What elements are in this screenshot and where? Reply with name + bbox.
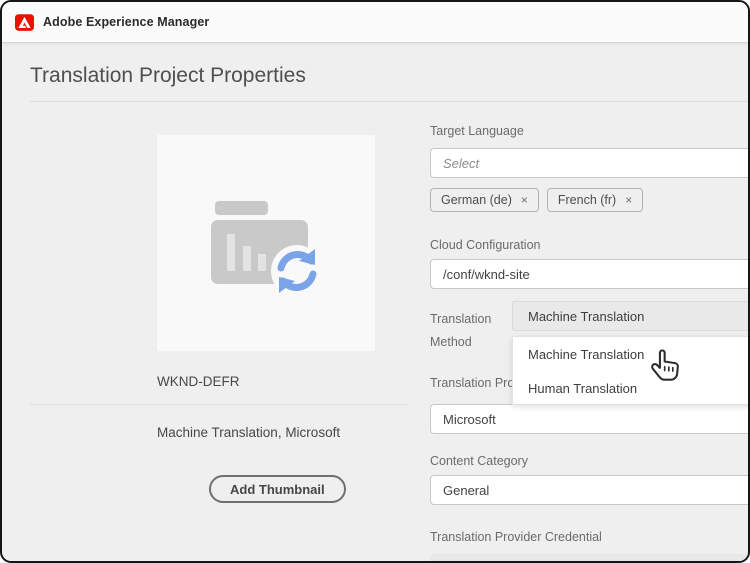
app-title: Adobe Experience Manager — [43, 15, 209, 29]
language-tag-german[interactable]: German (de) × — [430, 188, 539, 212]
add-thumbnail-button[interactable]: Add Thumbnail — [209, 475, 346, 503]
target-language-select[interactable] — [430, 148, 750, 178]
dropdown-option-human-translation[interactable]: Human Translation — [513, 371, 750, 405]
translation-provider-credential-field[interactable] — [430, 554, 750, 563]
translation-provider-input[interactable] — [430, 404, 750, 434]
translation-project-folder-icon — [211, 201, 321, 297]
content-category-label: Content Category — [430, 454, 528, 468]
aem-window: Adobe Experience Manager Translation Pro… — [0, 0, 750, 563]
top-bar: Adobe Experience Manager — [2, 2, 748, 43]
section-divider — [30, 404, 408, 405]
content-category-input[interactable] — [430, 475, 750, 505]
target-language-tags: German (de) × French (fr) × — [430, 188, 643, 212]
thumbnail-preview — [157, 135, 375, 351]
remove-tag-icon[interactable]: × — [521, 193, 528, 207]
translation-provider-credential-label: Translation Provider Credential — [430, 530, 602, 544]
title-divider — [30, 101, 748, 102]
target-language-label: Target Language — [430, 124, 524, 138]
cursor-pointer-icon — [648, 348, 684, 388]
language-tag-french[interactable]: French (fr) × — [547, 188, 643, 212]
translation-method-label: Translation Method — [430, 308, 502, 354]
remove-tag-icon[interactable]: × — [625, 193, 632, 207]
project-summary: Machine Translation, Microsoft — [157, 425, 340, 440]
language-tag-label: French (fr) — [558, 193, 616, 207]
project-name: WKND-DEFR — [157, 374, 240, 389]
adobe-logo-icon — [15, 14, 34, 31]
cloud-configuration-label: Cloud Configuration — [430, 238, 541, 252]
cloud-configuration-input[interactable] — [430, 259, 750, 289]
sync-icon — [271, 245, 321, 297]
page-title: Translation Project Properties — [30, 64, 306, 88]
language-tag-label: German (de) — [441, 193, 512, 207]
dropdown-option-machine-translation[interactable]: Machine Translation — [513, 337, 750, 371]
translation-method-dropdown: Machine Translation Human Translation — [512, 336, 750, 405]
translation-method-select[interactable]: Machine Translation — [512, 301, 750, 331]
